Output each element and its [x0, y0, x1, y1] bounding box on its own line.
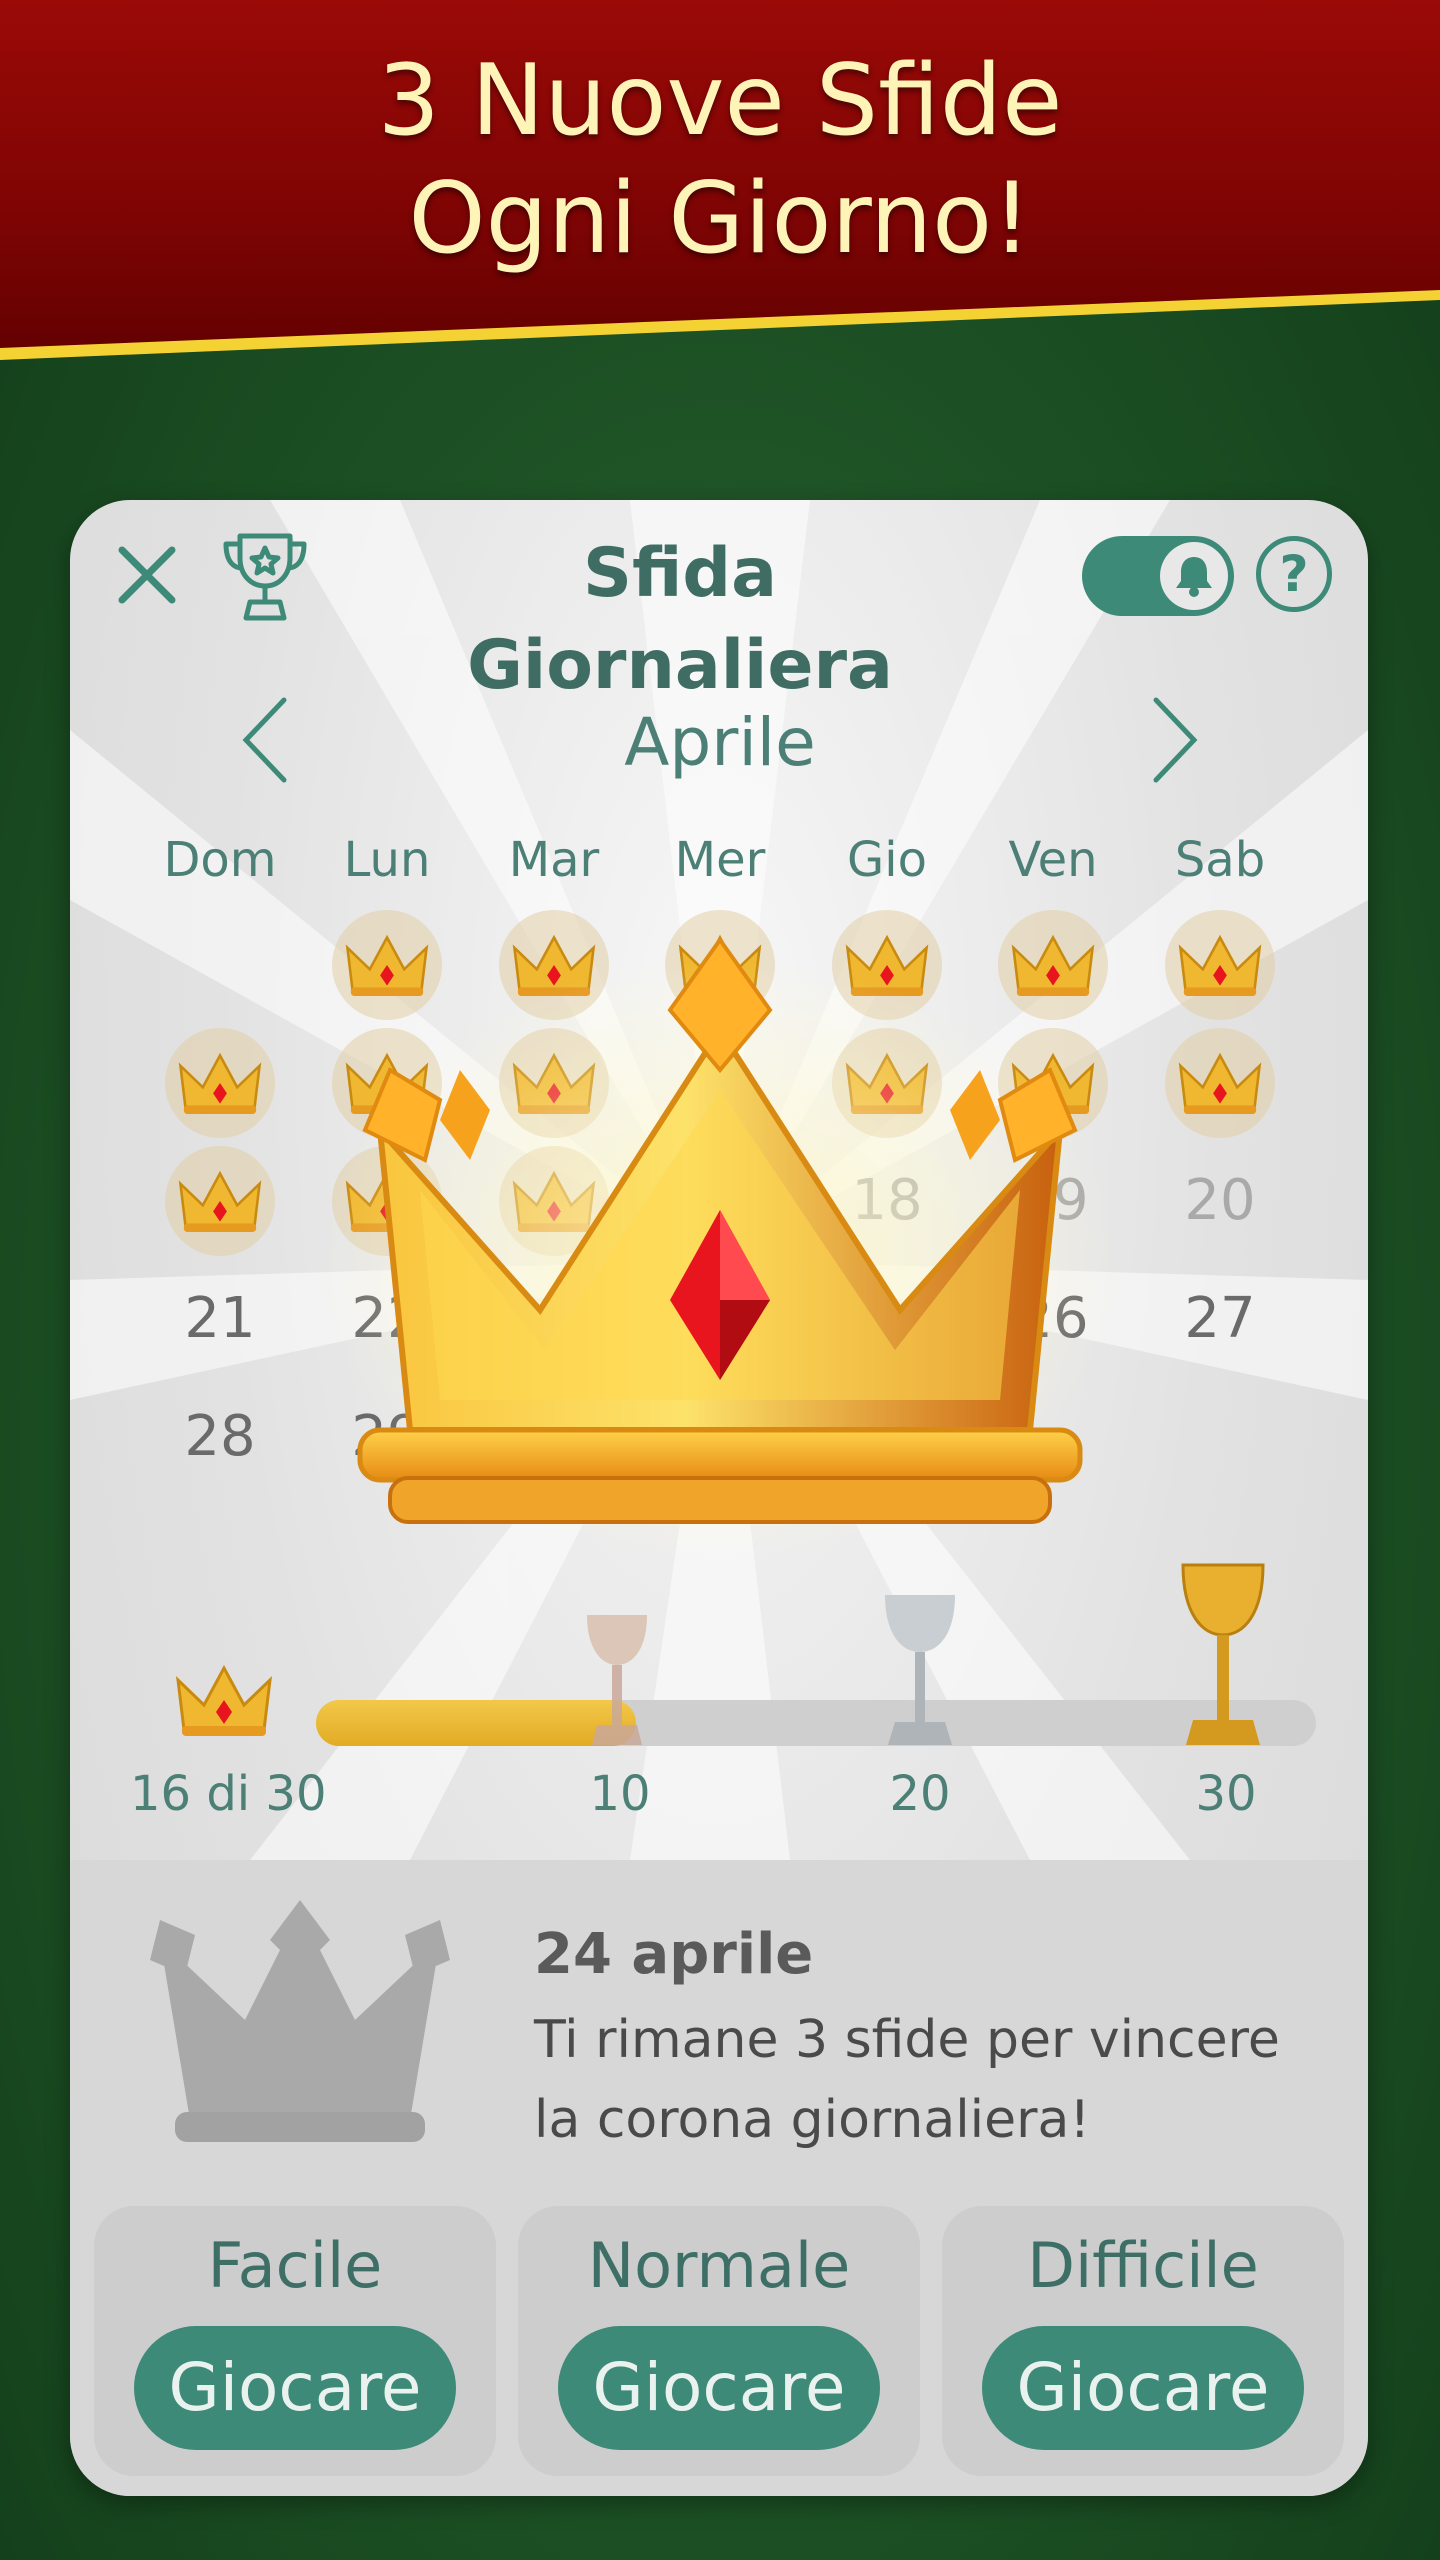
crown-icon [1178, 1052, 1262, 1114]
calendar-day[interactable]: 21 [165, 1264, 275, 1374]
milestone-10: 10 [589, 1766, 651, 1822]
banner-title: 3 Nuove Sfide Ogni Giorno! [0, 42, 1440, 278]
weekday-sun: Dom [163, 832, 277, 888]
difficulty-normal-label: Normale [587, 2229, 851, 2302]
difficulty-hard-panel: Difficile Giocare [942, 2206, 1344, 2476]
banner-line-1: 3 Nuove Sfide [377, 44, 1063, 158]
silver-trophy-icon [885, 1595, 955, 1745]
weekday-sat: Sab [1174, 832, 1266, 888]
milestone-30: 30 [1195, 1766, 1257, 1822]
calendar-day-completed[interactable] [165, 1028, 275, 1138]
chevron-left-icon [242, 697, 287, 783]
difficulty-normal-panel: Normale Giocare [518, 2206, 920, 2476]
difficulty-easy-label: Facile [207, 2229, 383, 2302]
next-month-button[interactable] [1140, 690, 1210, 790]
chevron-right-icon [1153, 697, 1198, 783]
weekday-wed: Mer [674, 832, 766, 888]
difficulty-hard-label: Difficile [1027, 2229, 1259, 2302]
calendar-day[interactable]: 28 [165, 1382, 275, 1492]
toggle-knob [1160, 542, 1228, 610]
daily-challenge-card: Sfida Giornaliera ? Aprile Dom Lun Mar M… [70, 500, 1368, 2496]
weekday-thu: Gio [847, 832, 927, 888]
banner-line-2: Ogni Giorno! [408, 162, 1032, 276]
card-title: Sfida Giornaliera [467, 534, 893, 705]
play-normal-button[interactable]: Giocare [558, 2326, 880, 2450]
close-icon [118, 546, 176, 604]
difficulty-easy-panel: Facile Giocare [94, 2206, 496, 2476]
calendar-day-completed[interactable] [1165, 1028, 1275, 1138]
calendar-day[interactable]: 20 [1165, 1146, 1275, 1256]
help-button[interactable]: ? [1256, 536, 1332, 612]
crown-icon [178, 1170, 262, 1232]
weekday-mon: Lun [343, 832, 431, 888]
close-button[interactable] [112, 540, 182, 610]
calendar-day-completed[interactable] [1165, 910, 1275, 1020]
calendar-day[interactable]: 27 [1165, 1264, 1275, 1374]
milestone-20: 20 [889, 1766, 951, 1822]
trophy-icon [223, 533, 307, 621]
previous-month-button[interactable] [230, 690, 300, 790]
progress-bar [316, 1700, 1316, 1746]
challenge-message: Ti rimane 3 sfide per vincere la corona … [534, 2010, 1280, 2150]
gold-trophy-icon [1181, 1563, 1265, 1745]
notification-toggle[interactable] [1082, 536, 1234, 616]
selected-date: 24 aprile [534, 1922, 814, 1987]
weekday-tue: Mar [508, 832, 600, 888]
month-label: Aprile [624, 704, 816, 781]
crown-icon [1178, 934, 1262, 996]
play-easy-button[interactable]: Giocare [134, 2326, 456, 2450]
play-hard-button[interactable]: Giocare [982, 2326, 1304, 2450]
bronze-trophy-icon [587, 1615, 647, 1745]
crown-icon [178, 1052, 262, 1114]
gold-crown-icon [320, 936, 1120, 1550]
trophy-button[interactable] [220, 528, 310, 624]
progress-count: 16 di 30 [130, 1766, 327, 1822]
bell-icon [1176, 557, 1212, 597]
weekday-fri: Ven [1008, 832, 1098, 888]
locked-crown-icon [150, 1900, 450, 2142]
calendar-day-completed[interactable] [165, 1146, 275, 1256]
small-crown-icon [176, 1664, 272, 1736]
